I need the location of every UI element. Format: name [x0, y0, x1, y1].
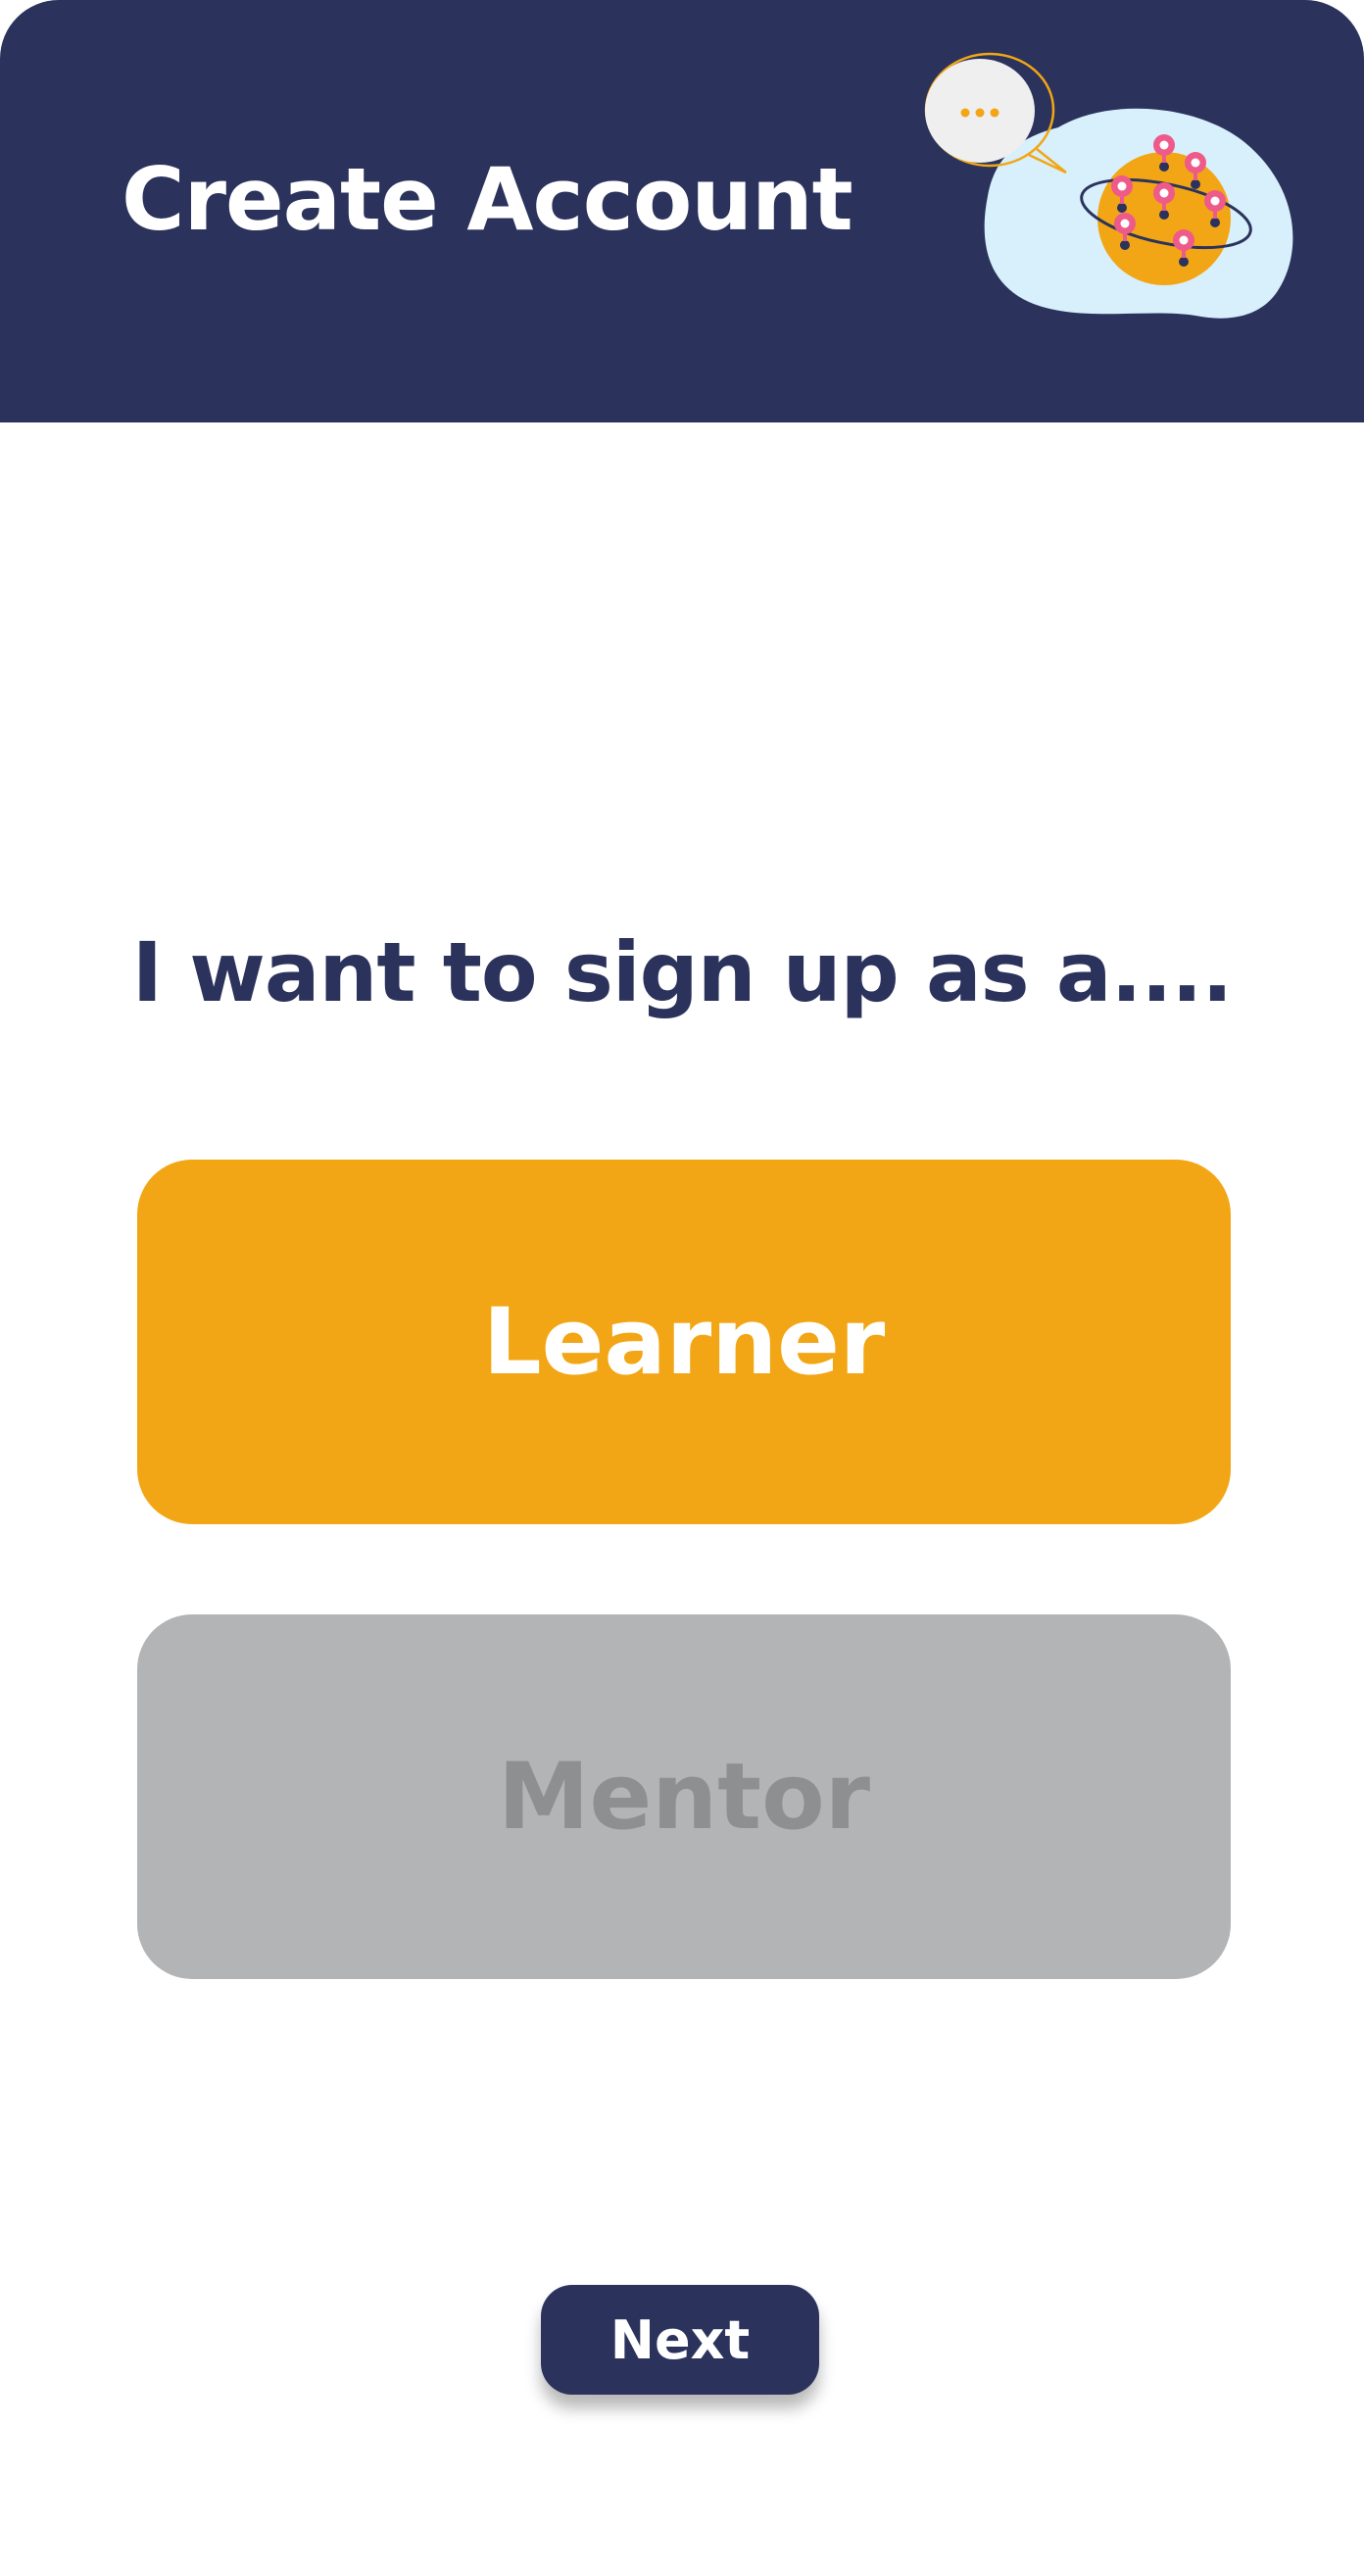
globe-chat-illustration-icon [911, 39, 1313, 333]
header-bar: Create Account [0, 0, 1364, 422]
next-button[interactable]: Next [541, 2285, 819, 2395]
mentor-button-label: Mentor [497, 1743, 871, 1851]
mentor-button[interactable]: Mentor [137, 1614, 1231, 1979]
chat-bubble-icon [924, 52, 1067, 174]
next-button-label: Next [609, 2308, 751, 2371]
signup-prompt: I want to sign up as a.... [131, 924, 1233, 1020]
learner-button-label: Learner [482, 1288, 886, 1396]
learner-button[interactable]: Learner [137, 1160, 1231, 1524]
page-title: Create Account [122, 149, 853, 250]
